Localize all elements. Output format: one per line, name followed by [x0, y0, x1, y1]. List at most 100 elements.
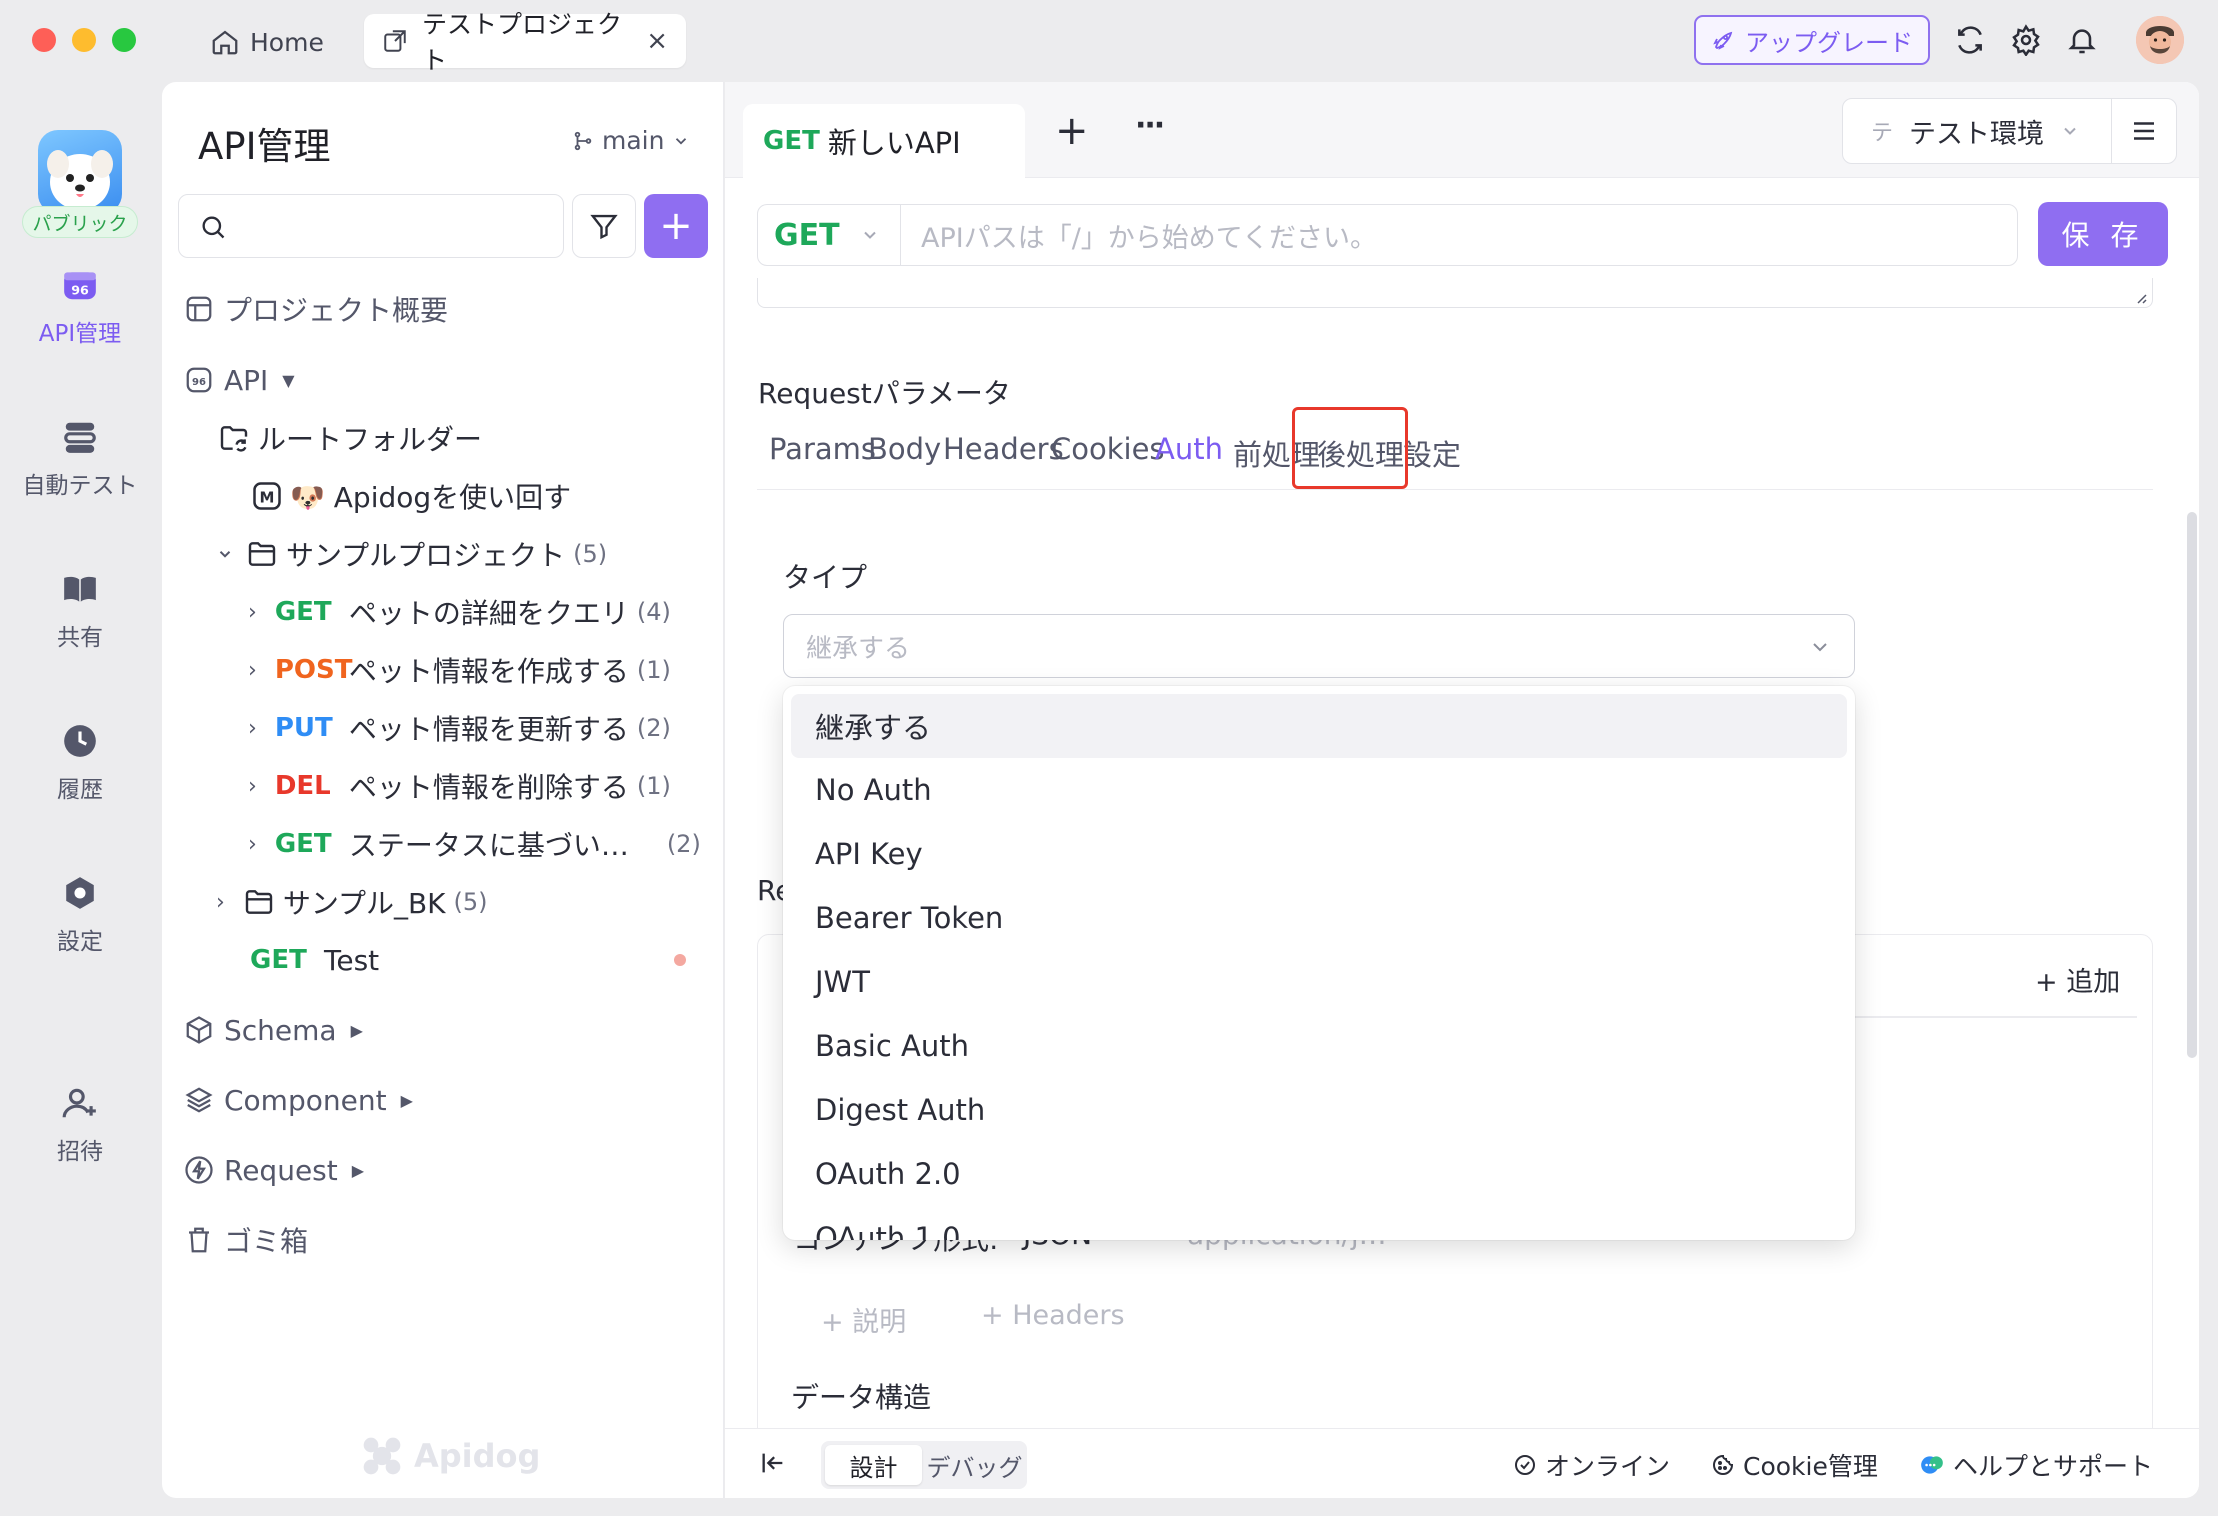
tab-params[interactable]: Params	[769, 432, 876, 466]
tree-item-test[interactable]: GET Test	[250, 936, 686, 984]
chevron-down-icon	[860, 225, 880, 245]
tree-item-count: (2)	[666, 830, 701, 858]
window-close-button[interactable]	[32, 28, 56, 52]
resize-handle-icon[interactable]	[2132, 289, 2148, 305]
data-structure-title: データ構造	[791, 1381, 932, 1414]
tree-item-root-folder[interactable]: ルートフォルダー	[218, 414, 482, 462]
chevron-down-icon	[216, 545, 234, 563]
tree-item-request[interactable]: Request ▶	[184, 1146, 364, 1194]
project-tab[interactable]: テストプロジェクト ×	[364, 10, 686, 75]
help-support[interactable]: ヘルプとサポート	[1919, 1447, 2153, 1483]
chevron-right-icon: ›	[248, 657, 257, 683]
rail-item-history-label: 履歴	[57, 777, 103, 803]
tree-item-sample-project[interactable]: サンプルプロジェクト (5)	[216, 530, 607, 578]
save-button[interactable]: 保 存	[2038, 202, 2168, 266]
endpoint-name: Test	[324, 943, 380, 977]
tree-item-overview[interactable]: プロジェクト概要	[184, 285, 448, 333]
add-description-button[interactable]: + 説明	[821, 1300, 906, 1339]
method-badge: DEL	[274, 771, 331, 801]
window-minimize-button[interactable]	[72, 28, 96, 52]
tree-item-sample-bk[interactable]: › サンプル_BK (5)	[216, 878, 488, 926]
chevron-right-icon: ›	[248, 599, 257, 625]
rail-item-api-label: API管理	[38, 321, 122, 347]
tree-item-trash[interactable]: ゴミ箱	[184, 1216, 308, 1264]
tab-auth[interactable]: Auth	[1155, 432, 1223, 466]
gear-icon[interactable]	[2010, 24, 2042, 56]
chevron-down-icon	[2060, 121, 2080, 141]
tree-item-api[interactable]: 96 API ▼	[184, 356, 295, 404]
sync-icon[interactable]	[1954, 24, 1986, 56]
auth-option-oauth1[interactable]: OAuth 1.0	[791, 1206, 1847, 1240]
auth-option-api-key[interactable]: API Key	[791, 822, 1847, 886]
tree-item-count: (5)	[453, 888, 488, 916]
endpoint-name: ペット情報を削除する	[348, 771, 629, 804]
chevron-right-icon: ›	[248, 715, 257, 741]
rail-item-api[interactable]: 96 API管理	[0, 266, 160, 348]
auth-option-digest-auth[interactable]: Digest Auth	[791, 1078, 1847, 1142]
book-icon	[61, 570, 99, 608]
auth-tab-highlight	[1292, 407, 1408, 489]
add-response-button[interactable]: + 追加	[2035, 960, 2120, 999]
add-headers-button[interactable]: + Headers	[981, 1300, 1125, 1331]
rail-item-auto-test[interactable]: 自動テスト	[0, 418, 160, 500]
close-tab-icon[interactable]: ×	[646, 26, 668, 56]
bell-icon[interactable]	[2066, 24, 2098, 56]
add-api-button[interactable]: +	[644, 194, 708, 258]
search-input[interactable]	[178, 194, 564, 258]
tab-cookies[interactable]: Cookies	[1051, 432, 1165, 466]
cookie-manager[interactable]: Cookie管理	[1711, 1447, 1878, 1483]
auth-option-bearer-token[interactable]: Bearer Token	[791, 886, 1847, 950]
more-tabs-button[interactable]: ···	[1135, 108, 1165, 143]
clock-icon	[61, 722, 99, 760]
rail-item-history[interactable]: 履歴	[0, 722, 160, 804]
tree-item-endpoint[interactable]: › PUT ペット情報を更新する (2)	[248, 704, 671, 752]
auth-option-jwt[interactable]: JWT	[791, 950, 1847, 1014]
auth-option-no-auth[interactable]: No Auth	[791, 758, 1847, 822]
tree-item-endpoint[interactable]: › DEL ペット情報を削除する (1)	[248, 762, 671, 810]
tree-item-component[interactable]: Component ▶	[184, 1076, 413, 1124]
home-tab[interactable]: Home	[210, 20, 324, 64]
filter-button[interactable]	[572, 194, 636, 258]
auth-type-select[interactable]: 継承する	[783, 614, 1855, 678]
editor-scrollbar[interactable]	[2187, 512, 2197, 1058]
sidebar-title: API管理	[198, 125, 331, 168]
online-status[interactable]: オンライン	[1513, 1447, 1670, 1483]
rail-item-share[interactable]: 共有	[0, 570, 160, 652]
tree-item-doc[interactable]: M 🐶 Apidogを使い回す	[252, 472, 571, 520]
environment-selector[interactable]: テ テスト環境	[1842, 98, 2112, 164]
tab-headers[interactable]: Headers	[943, 432, 1064, 466]
tree-item-trash-label: ゴミ箱	[224, 1225, 309, 1258]
cookie-icon	[1711, 1453, 1735, 1477]
api-tab[interactable]: GET 新しいAPI	[743, 104, 1025, 178]
auth-option-oauth2[interactable]: OAuth 2.0	[791, 1142, 1847, 1206]
window-zoom-button[interactable]	[112, 28, 136, 52]
collapse-sidebar-icon[interactable]	[759, 1449, 787, 1477]
tree-item-schema[interactable]: Schema ▶	[184, 1006, 363, 1054]
rail-item-invite-label: 招待	[57, 1139, 103, 1165]
project-avatar[interactable]	[38, 130, 122, 214]
tree-item-endpoint[interactable]: › POST ペット情報を作成する (1)	[248, 646, 671, 694]
method-select[interactable]: GET	[757, 204, 901, 266]
public-badge: パブリック	[22, 206, 138, 238]
auth-option-inherit[interactable]: 継承する	[791, 694, 1847, 758]
api-path-input[interactable]: APIパスは「/」から始めてください。	[900, 204, 2018, 266]
branch-name: main	[602, 126, 665, 155]
branch-selector[interactable]: main	[572, 126, 690, 155]
tab-settings[interactable]: 設定	[1403, 432, 1461, 474]
mode-design[interactable]: 設計	[825, 1445, 922, 1485]
tab-body[interactable]: Body	[868, 432, 941, 466]
rail-item-invite[interactable]: 招待	[0, 1084, 160, 1166]
tree-item-endpoint[interactable]: › GET ペットの詳細をクエリ (4)	[248, 588, 671, 636]
upgrade-button[interactable]: アップグレード	[1694, 15, 1930, 65]
check-circle-icon	[1513, 1453, 1537, 1477]
tree-item-doc-label: 🐶 Apidogを使い回す	[290, 481, 572, 514]
description-textarea[interactable]	[757, 278, 2153, 308]
auth-option-basic-auth[interactable]: Basic Auth	[791, 1014, 1847, 1078]
rail-item-settings[interactable]: 設定	[0, 874, 160, 956]
mode-debug[interactable]: デバッグ	[926, 1445, 1023, 1485]
environment-menu-button[interactable]	[2111, 98, 2177, 164]
tree-item-sample-bk-label: サンプル_BK	[282, 887, 446, 920]
tree-item-endpoint[interactable]: › GET ステータスに基づい… (2)	[248, 820, 701, 868]
user-avatar[interactable]	[2136, 16, 2184, 64]
add-tab-button[interactable]: +	[1055, 108, 1089, 154]
